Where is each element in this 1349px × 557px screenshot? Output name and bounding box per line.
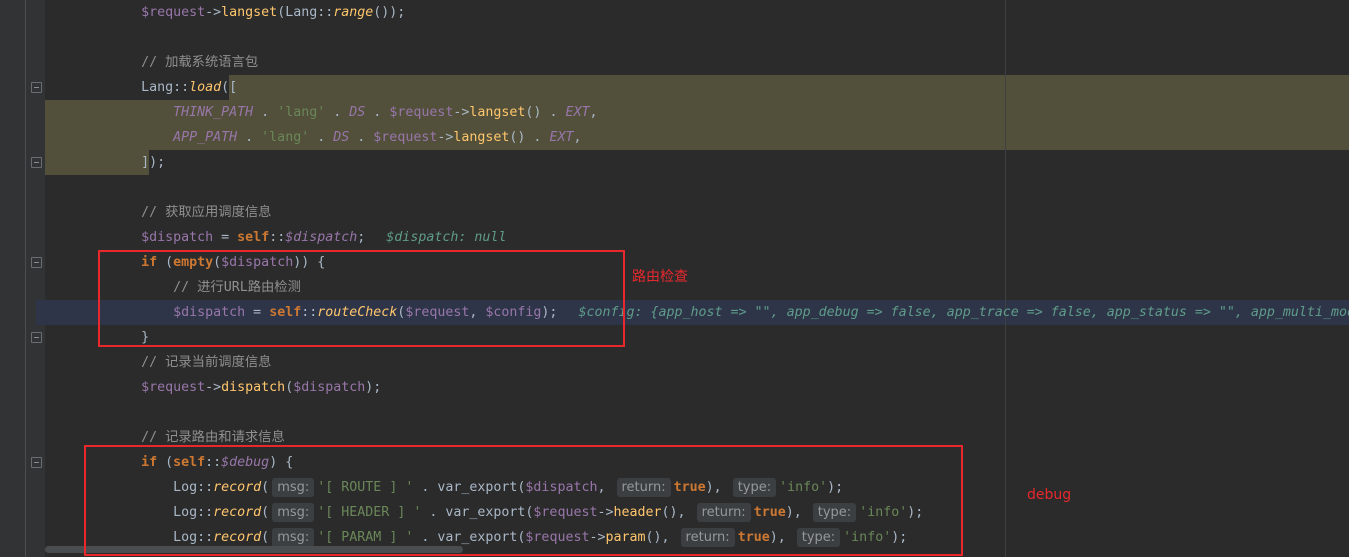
debug-annotation-label: debug (1027, 487, 1072, 503)
code-text: ([ (221, 80, 238, 95)
static-call-token: range (333, 5, 374, 20)
code-text: Lang:: (45, 80, 190, 95)
code-line[interactable]: $request->langset(Lang::range()); (45, 0, 1349, 25)
constant-token: EXT (549, 130, 574, 145)
string-literal: 'lang' (261, 130, 310, 145)
code-line[interactable]: Lang::load([ (45, 75, 1349, 100)
code-text: = (213, 230, 238, 245)
editor-gutter (0, 0, 45, 557)
debug-annotation-box (84, 445, 963, 556)
constant-token: THINK_PATH (173, 105, 254, 120)
code-text: , (573, 130, 582, 145)
method-call-token: dispatch (221, 380, 286, 395)
constant-token: APP_PATH (173, 130, 238, 145)
inline-debug-value: $config: {app_host => "", app_debug => f… (578, 305, 1349, 320)
code-line[interactable]: $request->dispatch($dispatch); (45, 375, 1349, 400)
code-line[interactable] (45, 175, 1349, 200)
route-check-annotation-label: 路由检查 (632, 269, 688, 285)
code-text: . (365, 105, 390, 120)
fold-toggle-icon[interactable] (31, 82, 42, 93)
code-line[interactable]: THINK_PATH . 'lang' . DS . $request->lan… (45, 100, 1349, 125)
code-line[interactable]: // 记录当前调度信息 (45, 350, 1349, 375)
fold-toggle-icon[interactable] (31, 457, 42, 468)
code-text: :: (269, 230, 286, 245)
code-text: ()); (373, 5, 406, 20)
code-editor[interactable]: $request->langset(Lang::range()); // 加载系… (0, 0, 1349, 557)
code-line[interactable] (45, 400, 1349, 425)
keyword-token: self (237, 230, 270, 245)
code-text: . (253, 105, 278, 120)
code-line[interactable]: // 加载系统语言包 (45, 50, 1349, 75)
code-comment: // 获取应用调度信息 (45, 205, 272, 220)
constant-token: DS (349, 105, 366, 120)
string-literal: 'lang' (277, 105, 326, 120)
code-text: () . (509, 130, 550, 145)
code-text: ]); (45, 155, 166, 170)
code-text: . (309, 130, 334, 145)
code-line[interactable]: APP_PATH . 'lang' . DS . $request->langs… (45, 125, 1349, 150)
gutter-divider (25, 0, 26, 557)
code-line[interactable]: ]); (45, 150, 1349, 175)
variable-token: $request (389, 105, 454, 120)
code-text: -> (205, 5, 222, 20)
code-comment: // 记录当前调度信息 (45, 355, 272, 370)
method-call-token: langset (469, 105, 526, 120)
code-text: . (237, 130, 262, 145)
route-check-annotation-box (98, 250, 625, 347)
variable-token: $dispatch (141, 230, 214, 245)
code-text: () . (525, 105, 566, 120)
method-call-token: langset (453, 130, 510, 145)
code-text: ; (357, 230, 366, 245)
code-text: (Lang:: (277, 5, 334, 20)
code-line[interactable]: // 获取应用调度信息 (45, 200, 1349, 225)
fold-toggle-icon[interactable] (31, 332, 42, 343)
code-text: -> (205, 380, 222, 395)
variable-token: $request (141, 380, 206, 395)
code-line[interactable] (45, 25, 1349, 50)
fold-toggle-icon[interactable] (31, 257, 42, 268)
variable-token: $dispatch (293, 380, 366, 395)
code-comment: // 记录路由和请求信息 (45, 430, 285, 445)
code-text: , (589, 105, 598, 120)
static-call-token: load (189, 80, 222, 95)
fold-toggle-icon[interactable] (31, 157, 42, 168)
method-call-token: langset (221, 5, 278, 20)
inline-debug-value: $dispatch: null (386, 230, 507, 245)
constant-token: DS (333, 130, 350, 145)
code-text: . (349, 130, 374, 145)
variable-token: $request (373, 130, 438, 145)
static-property-token: $dispatch (285, 230, 358, 245)
variable-token: $request (141, 5, 206, 20)
code-text: -> (437, 130, 454, 145)
code-line[interactable]: $dispatch = self::$dispatch; $dispatch: n… (45, 225, 1349, 250)
constant-token: EXT (565, 105, 590, 120)
code-text: ( (285, 380, 294, 395)
code-text: -> (453, 105, 470, 120)
code-text: . (325, 105, 350, 120)
code-text: ); (365, 380, 382, 395)
code-comment: // 加载系统语言包 (45, 55, 259, 70)
